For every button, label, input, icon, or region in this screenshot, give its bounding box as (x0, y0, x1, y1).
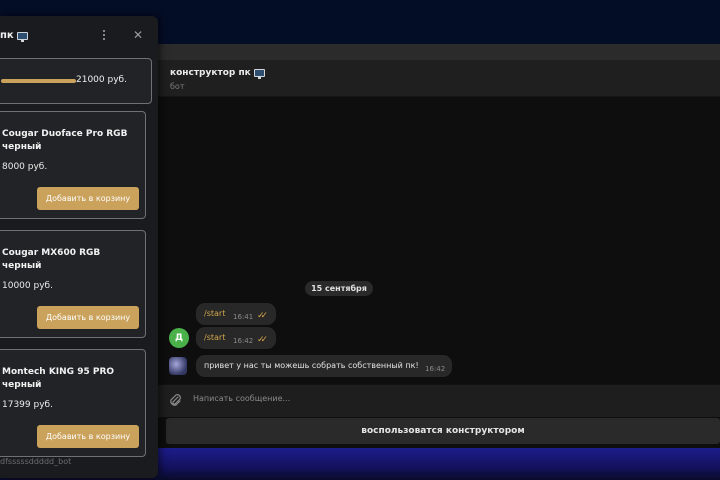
message-input-bar: Написать сообщение... (158, 384, 720, 417)
message-time: 16:42 (425, 365, 446, 373)
budget-card: 21000 руб. (0, 58, 152, 104)
product-price: 10000 руб. (2, 281, 53, 291)
telegram-window: конструктор пк бот 15 сентября /start 16… (158, 44, 720, 448)
chat-title-text: конструктор пк (170, 68, 251, 78)
bot-avatar[interactable] (169, 357, 187, 375)
more-options-icon[interactable] (99, 30, 109, 42)
product-price: 8000 руб. (2, 162, 48, 172)
bot-username: dfsssssddddd_bot (0, 457, 72, 466)
message-bubble[interactable]: /start 16:41 ✓✓ (196, 303, 276, 325)
chat-header[interactable]: конструктор пк бот (158, 60, 720, 97)
date-separator: 15 сентября (305, 281, 373, 296)
monitor-icon (16, 31, 28, 42)
product-card: Cougar Duoface Pro RGB черный 8000 руб. … (0, 111, 146, 219)
panel-title-text: пк (0, 30, 14, 41)
product-name: Cougar MX600 RGB черный (2, 248, 101, 271)
window-titlebar (158, 44, 720, 60)
chat-status: бот (170, 82, 185, 91)
paperclip-icon[interactable] (168, 393, 182, 407)
message-time: 16:42 (233, 337, 254, 345)
product-price: 17399 руб. (2, 400, 53, 410)
message-time: 16:41 (233, 313, 254, 321)
add-to-cart-button[interactable]: Добавить в корзину (37, 425, 139, 448)
product-name: Cougar Duoface Pro RGB черный (2, 129, 128, 152)
add-to-cart-button[interactable]: Добавить в корзину (37, 187, 139, 210)
message-text: /start (204, 333, 226, 342)
message-bubble[interactable]: /start 16:42 ✓✓ (196, 327, 276, 349)
add-to-cart-button[interactable]: Добавить в корзину (37, 306, 139, 329)
keyboard-button-constructor[interactable]: воспользоватся конструктором (166, 418, 720, 444)
read-ticks-icon: ✓✓ (257, 311, 268, 321)
chat-title: конструктор пк (170, 68, 265, 79)
close-icon[interactable]: ✕ (133, 28, 143, 42)
message-text: привет у нас ты можешь собрать собственн… (204, 361, 419, 370)
budget-value: 21000 руб. (76, 75, 127, 85)
product-card: Cougar MX600 RGB черный 10000 руб. Добав… (0, 230, 146, 338)
read-ticks-icon: ✓✓ (257, 335, 268, 345)
product-name: Montech KING 95 PRO черный (2, 367, 115, 390)
user-avatar[interactable]: Д (169, 328, 189, 348)
message-text: /start (204, 309, 226, 318)
product-card: Montech KING 95 PRO черный 17399 руб. До… (0, 349, 146, 457)
budget-slider[interactable] (1, 79, 76, 83)
message-input[interactable]: Написать сообщение... (193, 394, 290, 403)
panel-title: пк (0, 30, 28, 42)
monitor-icon (253, 69, 265, 79)
message-bubble[interactable]: привет у нас ты можешь собрать собственн… (196, 355, 452, 377)
mini-app-panel: пк ✕ 21000 руб. Cougar Duoface Pro RGB ч… (0, 16, 158, 478)
